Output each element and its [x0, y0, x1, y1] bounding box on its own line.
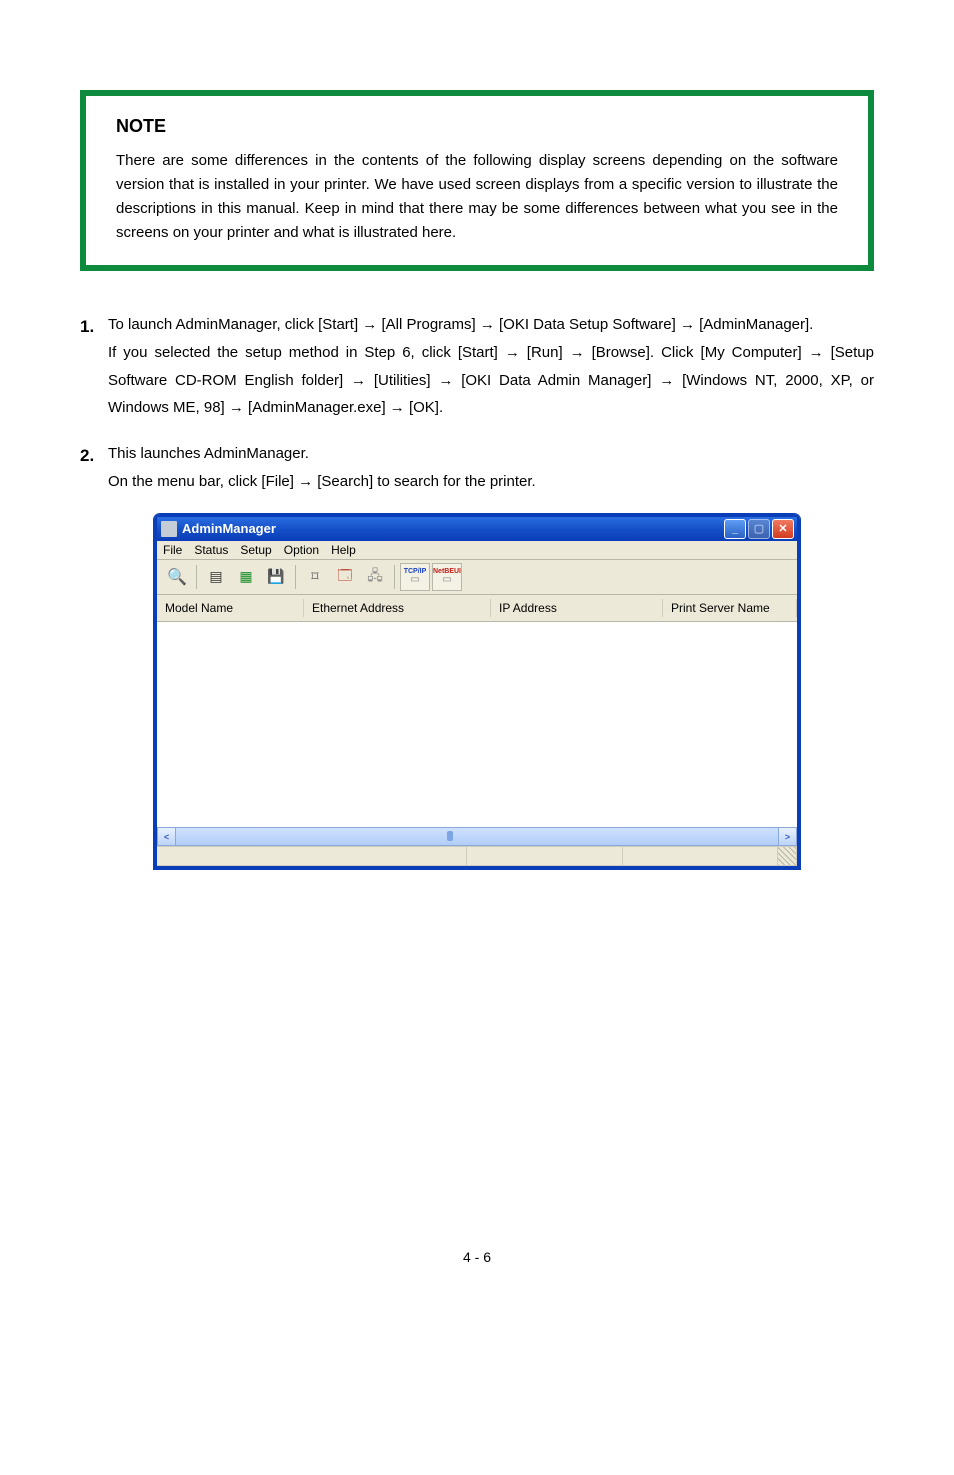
maximize-button: ▢	[748, 519, 770, 539]
chip-icon[interactable]: ⌑	[301, 563, 329, 591]
status-cell-1	[157, 846, 467, 866]
separator	[295, 565, 296, 589]
menu-setup[interactable]: Setup	[240, 543, 271, 557]
tcpip-button[interactable]: TCP/IP ▭	[400, 563, 430, 591]
resize-grip[interactable]	[778, 846, 797, 866]
separator	[394, 565, 395, 589]
grid-icon[interactable]: ▦	[232, 563, 260, 591]
search-icon[interactable]: 🔍	[163, 563, 191, 591]
minimize-button[interactable]: _	[724, 519, 746, 539]
col-model-name[interactable]: Model Name	[157, 599, 304, 617]
step-1-num: 1.	[80, 311, 108, 422]
scroll-thumb[interactable]	[447, 831, 453, 841]
arrow-icon: →	[438, 372, 453, 389]
config-icon[interactable]: 🗔	[331, 563, 359, 591]
arrow-icon: →	[229, 399, 244, 416]
arrow-icon: →	[680, 316, 695, 333]
step-2: 2. This launches AdminManager. On the me…	[80, 440, 874, 496]
horizontal-scrollbar[interactable]: < >	[157, 828, 797, 846]
step-2-text: This launches AdminManager. On the menu …	[108, 440, 874, 496]
menu-status[interactable]: Status	[194, 543, 228, 557]
columns-header: Model Name Ethernet Address IP Address P…	[157, 595, 797, 622]
arrow-icon: →	[298, 473, 313, 490]
step-1-text: To launch AdminManager, click [Start] → …	[108, 311, 874, 422]
arrow-icon: →	[351, 372, 366, 389]
scroll-track[interactable]	[176, 827, 778, 846]
arrow-icon: →	[505, 344, 520, 361]
menu-file[interactable]: File	[163, 543, 182, 557]
arrow-icon: →	[659, 372, 674, 389]
window-title: AdminManager	[182, 521, 724, 536]
arrow-icon: →	[390, 399, 405, 416]
scroll-right-button[interactable]: >	[778, 827, 797, 846]
disk-icon[interactable]: 💾	[262, 563, 290, 591]
close-button[interactable]: ✕	[772, 519, 794, 539]
arrow-icon: →	[570, 344, 585, 361]
menu-option[interactable]: Option	[284, 543, 319, 557]
status-cell-3	[623, 846, 779, 866]
status-cell-2	[467, 846, 623, 866]
col-ethernet-address[interactable]: Ethernet Address	[304, 599, 491, 617]
statusbar	[157, 846, 797, 866]
note-label: NOTE	[116, 116, 838, 137]
titlebar[interactable]: AdminManager _ ▢ ✕	[157, 517, 797, 541]
scroll-left-button[interactable]: <	[157, 827, 176, 846]
menubar: File Status Setup Option Help	[157, 541, 797, 560]
net-icon[interactable]: 🖧	[361, 563, 389, 591]
step-2-num: 2.	[80, 440, 108, 496]
separator	[196, 565, 197, 589]
note-box: NOTE There are some differences in the c…	[80, 90, 874, 271]
toolbar: 🔍 ▤ ▦ 💾 ⌑ 🗔 🖧 TCP/IP ▭ NetBEUI ▭	[157, 560, 797, 595]
col-print-server-name[interactable]: Print Server Name	[663, 599, 797, 617]
device-list[interactable]	[157, 622, 797, 828]
page-number: 4 - 6	[80, 1249, 874, 1265]
arrow-icon: →	[480, 316, 495, 333]
col-ip-address[interactable]: IP Address	[491, 599, 663, 617]
list-icon[interactable]: ▤	[202, 563, 230, 591]
arrow-icon: →	[362, 316, 377, 333]
menu-help[interactable]: Help	[331, 543, 356, 557]
app-icon	[161, 521, 177, 537]
note-text: There are some differences in the conten…	[116, 149, 838, 245]
arrow-icon: →	[809, 344, 824, 361]
adminmanager-window: AdminManager _ ▢ ✕ File Status Setup Opt…	[154, 514, 800, 869]
step-1: 1. To launch AdminManager, click [Start]…	[80, 311, 874, 422]
netbeui-button[interactable]: NetBEUI ▭	[432, 563, 462, 591]
